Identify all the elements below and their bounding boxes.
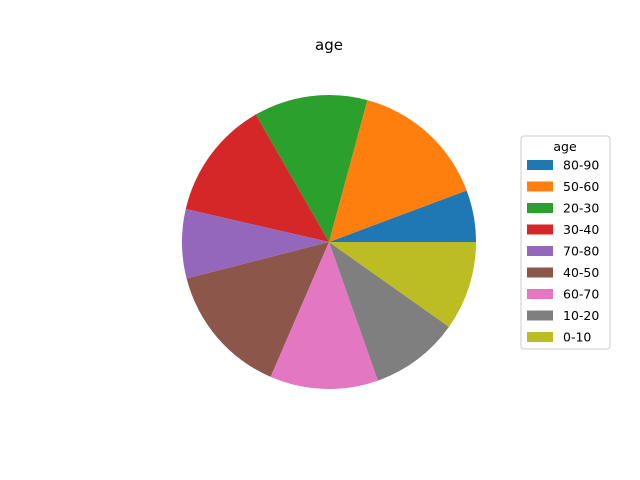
legend-label-30-40: 30-40: [563, 222, 599, 237]
legend-swatch-50-60: [527, 181, 553, 192]
legend-label-10-20: 10-20: [563, 308, 599, 323]
legend-swatch-70-80: [527, 246, 553, 256]
legend: age 80-90 50-60 20-30 30-40 70-80 40-50 60-70 1…: [520, 135, 611, 350]
legend-swatch-80-90: [527, 160, 553, 170]
pie-chart: age age 80-90 50-60 20-30 30-40 70-80 40-50 60…: [181, 36, 611, 389]
legend-swatch-10-20: [527, 310, 553, 321]
legend-label-80-90: 80-90: [563, 158, 599, 173]
legend-label-0-10: 0-10: [563, 330, 591, 345]
pie-slices: [181, 95, 476, 389]
legend-label-70-80: 70-80: [563, 244, 599, 259]
legend-swatch-40-50: [527, 267, 553, 278]
legend-label-20-30: 20-30: [563, 201, 599, 216]
legend-swatch-30-40: [527, 224, 553, 235]
legend-title: age: [553, 139, 577, 154]
legend-swatch-20-30: [527, 203, 553, 213]
chart-title: age: [315, 36, 343, 54]
legend-label-60-70: 60-70: [563, 287, 599, 302]
legend-swatch-60-70: [527, 289, 553, 299]
legend-label-40-50: 40-50: [563, 265, 599, 280]
legend-label-50-60: 50-60: [563, 179, 599, 194]
legend-swatch-0-10: [527, 332, 553, 342]
legend-items: 80-90 50-60 20-30 30-40 70-80 40-50 60-70 10-20…: [527, 158, 599, 345]
